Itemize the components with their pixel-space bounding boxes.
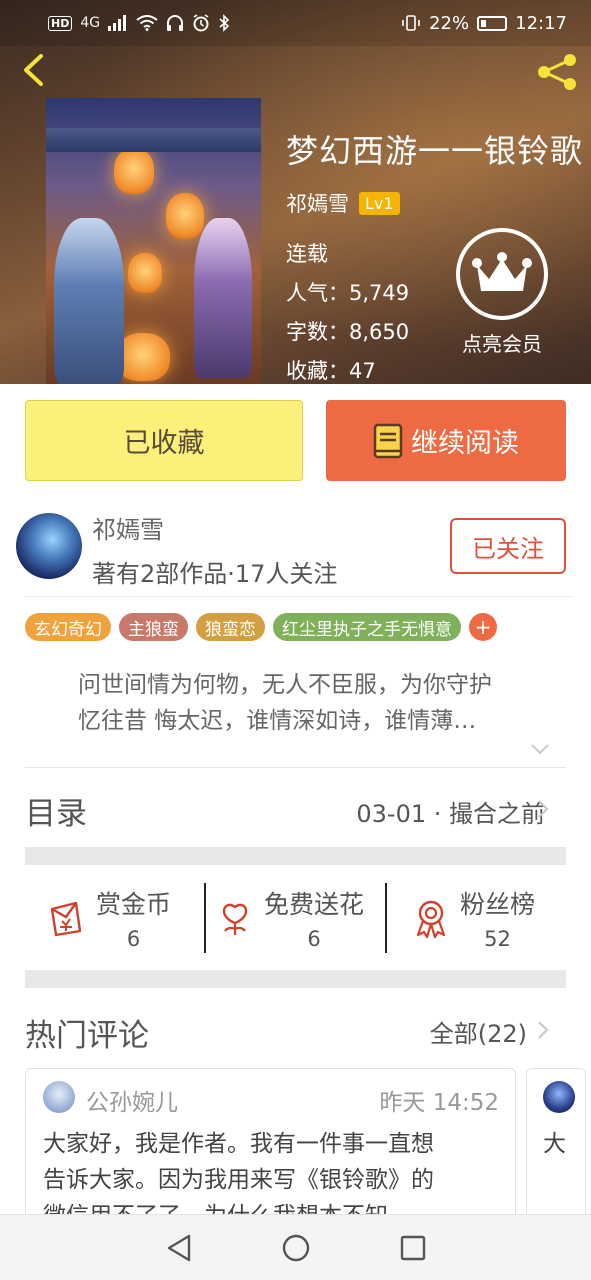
reward-coins-text: 赏金币 6 (96, 885, 171, 951)
lantern-shape (128, 253, 162, 293)
vip-button[interactable]: 点亮会员 (454, 228, 550, 357)
commenter-name[interactable]: 公孙婉儿 (86, 1083, 178, 1117)
comment-text: 大 (543, 1131, 566, 1157)
triangle-back-icon[interactable] (161, 1230, 197, 1266)
favorites-value: 47 (349, 359, 376, 383)
chevron-right-icon[interactable] (536, 1019, 550, 1041)
back-arrow-icon[interactable] (14, 48, 54, 92)
follow-button[interactable]: 已关注 (450, 518, 566, 574)
lantern-shape (166, 193, 204, 239)
alarm-icon (193, 14, 209, 32)
divider (25, 767, 566, 768)
book-cover[interactable] (46, 98, 261, 384)
continue-reading-button[interactable]: 继续阅读 (326, 400, 566, 481)
section-separator (25, 970, 566, 988)
support-count: 52 (484, 927, 511, 951)
support-count: 6 (307, 927, 321, 951)
character-figure (194, 218, 252, 378)
status-time: 12:17 (515, 12, 567, 34)
divider (25, 596, 573, 597)
comment-line: 告诉大家。因为我用来写《银铃歌》的 (43, 1167, 434, 1193)
popularity-stat: 人气：5,749 (286, 277, 409, 307)
tag-chip[interactable]: 红尘里执子之手无惧意 (273, 613, 461, 641)
author-name[interactable]: 祁嫣雪 (92, 510, 164, 545)
system-nav-bar (0, 1214, 591, 1280)
book-title: 梦幻西游一一银铃歌 (286, 132, 584, 170)
network-label: 4G (80, 15, 101, 31)
book-header: HD 4G 22% 12:17 梦幻西游一一银铃歌 祁嫣雪 Lv1 连载 人气：… (0, 0, 591, 384)
tag-chip[interactable]: 玄幻奇幻 (25, 613, 111, 641)
author-meta: 著有2部作品·17人关注 (92, 560, 338, 588)
fan-ranking-button[interactable]: 粉丝榜 52 (410, 883, 535, 953)
medal-icon (416, 900, 446, 939)
commenter-avatar[interactable] (543, 1081, 575, 1113)
hd-icon: HD (48, 15, 73, 31)
square-recents-icon[interactable] (395, 1230, 431, 1266)
reward-coins-button[interactable]: 赏金币 6 (46, 883, 171, 953)
battery-percent: 22% (429, 12, 470, 34)
character-figure (54, 218, 124, 384)
collected-label: 已收藏 (123, 428, 205, 459)
toc-title[interactable]: 目录 (25, 788, 87, 833)
signal-icon (108, 15, 127, 31)
word-count-stat: 字数：8,650 (286, 316, 409, 346)
tag-chip[interactable]: 主狼蛮 (119, 613, 188, 641)
popularity-value: 5,749 (349, 281, 410, 305)
fan-ranking-text: 粉丝榜 52 (460, 885, 535, 951)
follow-label: 已关注 (472, 534, 544, 563)
temple-roof-shape (46, 128, 261, 152)
tag-list: 玄幻奇幻 主狼蛮 狼蛮恋 红尘里执子之手无惧意 + (25, 613, 497, 641)
tag-chip[interactable]: 狼蛮恋 (196, 613, 265, 641)
all-comments-link[interactable]: 全部(22) (430, 1014, 527, 1049)
crown-icon (456, 228, 548, 320)
book-author-row[interactable]: 祁嫣雪 Lv1 (286, 188, 400, 218)
book-summary[interactable]: 问世间情为何物，无人不臣服，为你守护 忆往昔 悔太迟，谁情深如诗，谁情薄… (78, 667, 562, 739)
support-label: 免费送花 (264, 890, 365, 919)
collected-button[interactable]: 已收藏 (25, 400, 303, 481)
continue-reading-label: 继续阅读 (411, 428, 519, 459)
lantern-shape (114, 148, 154, 194)
flower-icon (222, 903, 248, 935)
support-count: 6 (126, 927, 141, 951)
status-bar: HD 4G 22% 12:17 (0, 0, 591, 46)
battery-icon (477, 15, 508, 31)
lantern-shape (116, 333, 170, 381)
serial-status: 连载 (286, 242, 328, 266)
chevron-right-icon[interactable] (536, 798, 550, 820)
send-flowers-text: 免费送花 6 (264, 885, 364, 951)
headphones-icon (167, 15, 184, 31)
word-count-label: 字数： (286, 320, 349, 344)
word-count-value: 8,650 (349, 320, 410, 344)
author-avatar[interactable] (16, 513, 82, 579)
circle-home-icon[interactable] (278, 1230, 314, 1266)
support-label: 赏金币 (96, 890, 172, 919)
book-icon (373, 423, 403, 458)
send-flowers-button[interactable]: 免费送花 6 (214, 883, 364, 953)
favorites-label: 收藏： (286, 359, 349, 383)
section-separator (25, 847, 566, 865)
add-tag-button[interactable]: + (469, 613, 497, 641)
summary-line: 问世间情为何物，无人不臣服，为你守护 (78, 672, 492, 698)
favorites-stat: 收藏：47 (286, 355, 376, 384)
support-label: 粉丝榜 (460, 890, 536, 919)
comment-line: 大家好，我是作者。我有一件事一直想 (43, 1131, 434, 1157)
level-badge: Lv1 (359, 191, 400, 215)
hot-comments-title: 热门评论 (25, 1018, 149, 1054)
vibrate-icon (402, 15, 420, 31)
divider (385, 883, 387, 953)
wifi-icon (136, 15, 158, 31)
share-icon[interactable] (534, 50, 582, 94)
commenter-avatar[interactable] (43, 1081, 75, 1113)
latest-chapter-link[interactable]: 03-01 · 撮合之前 (356, 794, 545, 829)
chevron-down-icon[interactable] (530, 742, 550, 756)
summary-line: 忆往昔 悔太迟，谁情深如诗，谁情薄… (78, 708, 477, 734)
vip-label: 点亮会员 (462, 332, 542, 356)
red-envelope-yen-icon (50, 901, 82, 937)
comment-time: 昨天 14:52 (379, 1090, 499, 1116)
bluetooth-icon (219, 14, 230, 32)
book-author[interactable]: 祁嫣雪 (286, 188, 349, 218)
popularity-label: 人气： (286, 281, 349, 305)
divider (204, 883, 206, 953)
